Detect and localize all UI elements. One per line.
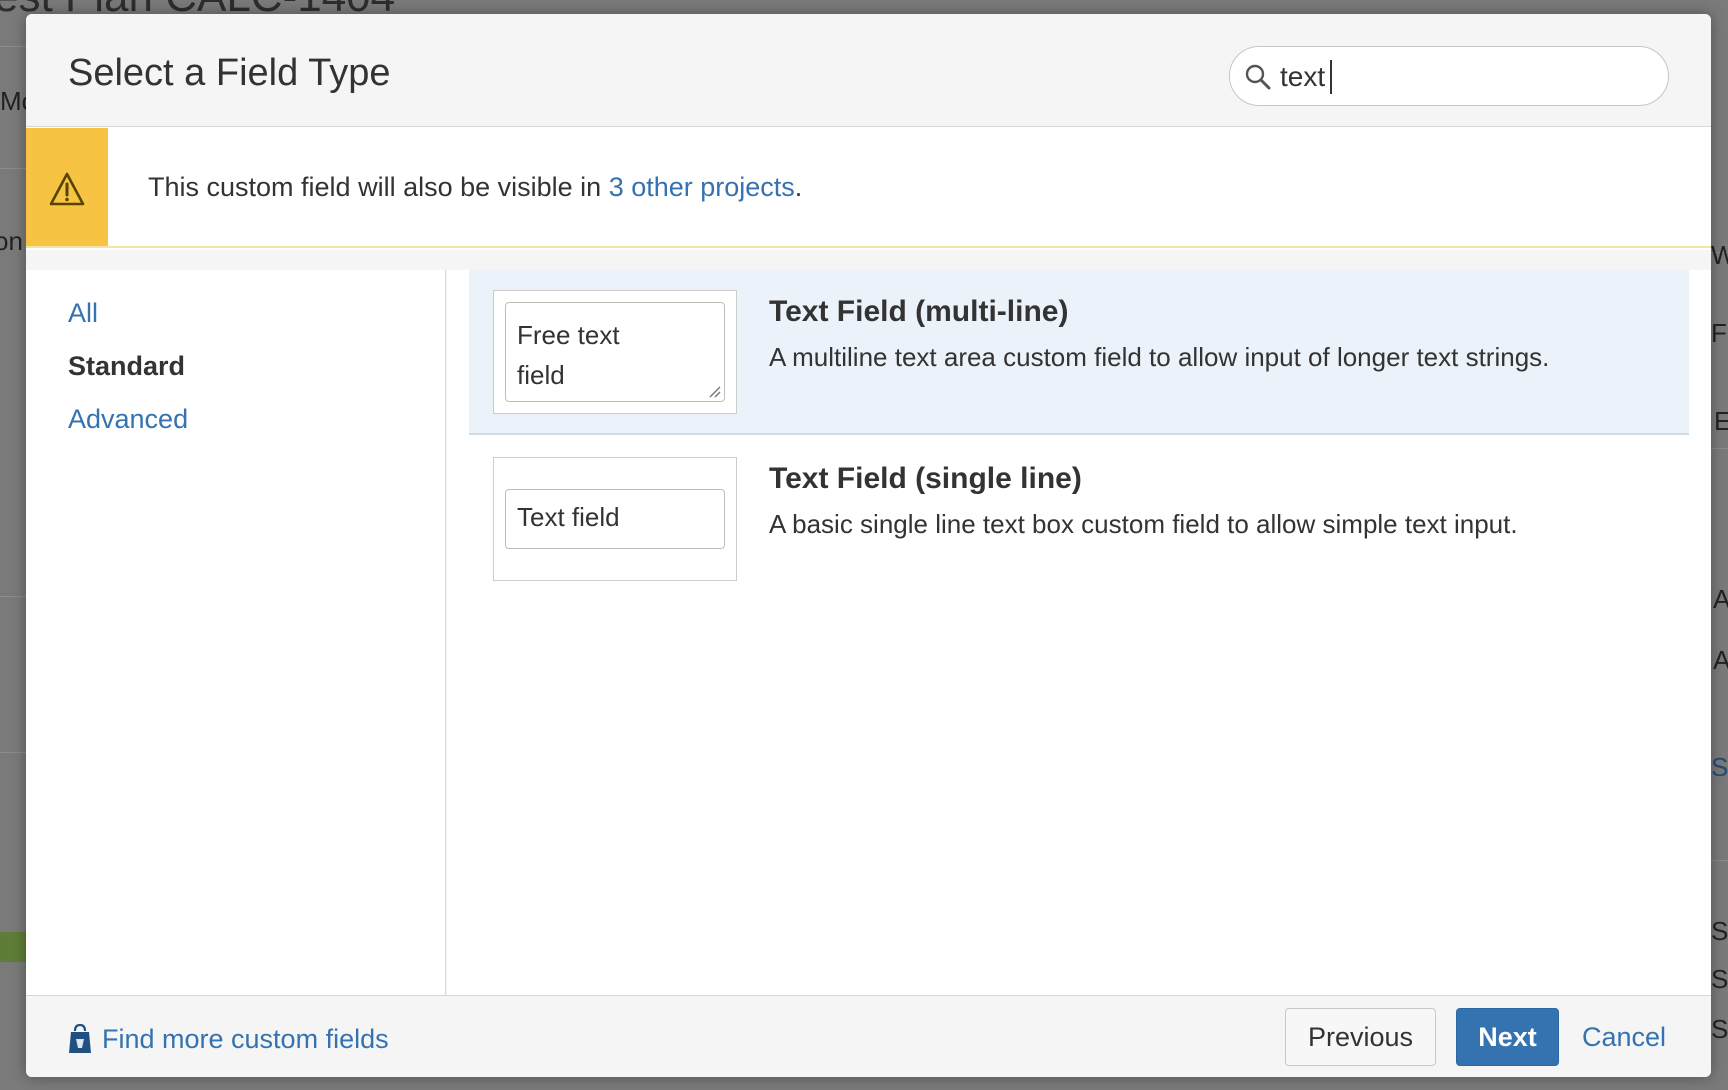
warning-text-after: . <box>794 172 803 202</box>
category-standard[interactable]: Standard <box>68 351 185 382</box>
preview-text-line: field <box>517 360 565 390</box>
field-preview: Free text field <box>493 290 737 414</box>
background-divider <box>0 46 26 47</box>
background-divider <box>0 168 26 169</box>
cancel-link[interactable]: Cancel <box>1582 1022 1666 1053</box>
dialog-header: Select a Field Type <box>26 14 1711 127</box>
warning-text: This custom field will also be visible i… <box>148 172 802 203</box>
warning-message: This custom field will also be visible i… <box>26 128 1711 248</box>
field-preview: Text field <box>493 457 737 581</box>
dialog-footer: Find more custom fields Previous Next Ca… <box>26 995 1711 1077</box>
background-divider <box>1711 860 1728 861</box>
background-divider <box>0 596 26 597</box>
category-advanced[interactable]: Advanced <box>68 404 188 435</box>
previous-button[interactable]: Previous <box>1285 1008 1436 1066</box>
select-field-type-dialog: Select a Field Type This custom field wi… <box>26 14 1711 1077</box>
background-text: A <box>1713 584 1728 614</box>
field-type-multi-line[interactable]: Free text field Text Field (multi-line) … <box>469 270 1689 435</box>
dialog-title: Select a Field Type <box>68 52 391 94</box>
search-input[interactable] <box>1280 57 1650 97</box>
warning-strip <box>26 128 108 246</box>
field-type-description: A basic single line text box custom fiel… <box>769 509 1518 539</box>
background-text: Se <box>1711 964 1728 994</box>
next-button[interactable]: Next <box>1456 1008 1559 1066</box>
warning-icon <box>49 172 85 206</box>
background-text: Se <box>1711 916 1728 946</box>
background-text: W <box>1711 240 1728 270</box>
find-more-custom-fields-link[interactable]: Find more custom fields <box>68 1022 389 1056</box>
text-caret <box>1330 60 1332 94</box>
resize-grip-icon <box>709 386 721 398</box>
field-type-name: Text Field (multi-line) <box>769 295 1069 328</box>
background-text: E <box>1714 406 1728 436</box>
background-text: A <box>1713 645 1728 675</box>
find-more-label: Find more custom fields <box>102 1023 389 1054</box>
warning-text-before: This custom field will also be visible i… <box>148 172 609 202</box>
search-box[interactable] <box>1229 46 1669 106</box>
dialog-body: All Standard Advanced Free text field Te… <box>26 250 1711 995</box>
background-text: Se <box>1711 1014 1728 1044</box>
background-divider <box>1711 448 1728 449</box>
background-link: St <box>1711 752 1728 782</box>
field-type-list: Free text field Text Field (multi-line) … <box>447 270 1711 995</box>
other-projects-link[interactable]: 3 other projects <box>609 172 795 202</box>
background-text: F <box>1711 318 1727 348</box>
background-progress-fragment <box>0 932 26 962</box>
preview-textarea: Free text field <box>505 302 725 402</box>
marketplace-bag-icon <box>69 1023 91 1053</box>
preview-text-line: Free text <box>517 320 620 350</box>
preview-input: Text field <box>505 489 725 549</box>
field-type-single-line[interactable]: Text field Text Field (single line) A ba… <box>469 437 1689 602</box>
search-icon <box>1245 64 1271 90</box>
background-text: on <box>0 226 23 256</box>
field-type-name: Text Field (single line) <box>769 462 1082 495</box>
field-type-description: A multiline text area custom field to al… <box>769 342 1550 372</box>
background-divider <box>0 752 26 753</box>
category-nav: All Standard Advanced <box>26 270 446 995</box>
category-all[interactable]: All <box>68 298 98 329</box>
